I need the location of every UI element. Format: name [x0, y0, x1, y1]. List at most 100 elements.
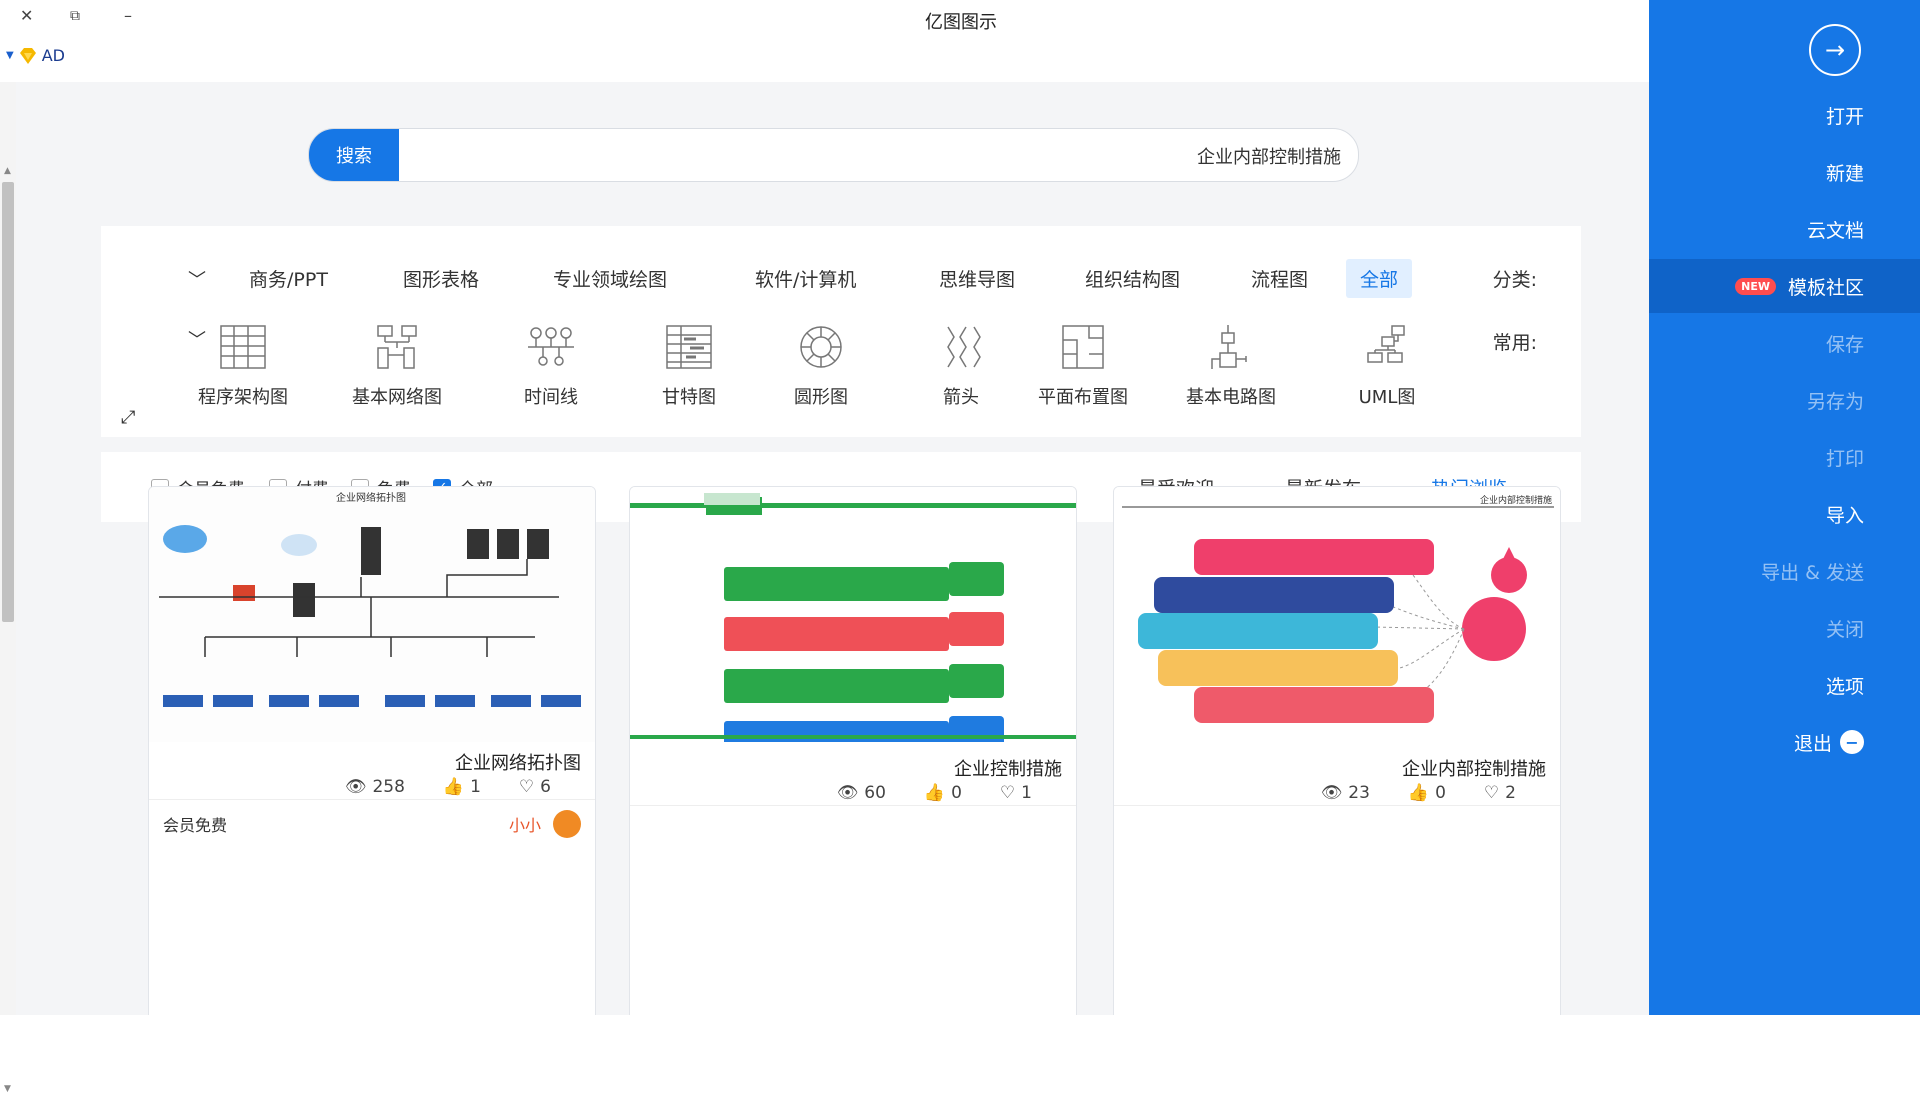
minimize-icon[interactable]: –: [124, 6, 132, 25]
common-item-label: 基本网络图: [352, 387, 442, 408]
sidebar-item-save-as[interactable]: 另存为: [1649, 373, 1920, 427]
sidebar-item-close[interactable]: 关闭: [1649, 601, 1920, 655]
favs-stat[interactable]: ♡ 1: [1000, 783, 1032, 803]
circle-diagram-icon: [800, 326, 842, 368]
sidebar-item-options[interactable]: 选项: [1649, 658, 1920, 712]
search-bar: 搜索: [308, 128, 1359, 182]
common-item-label: 圆形图: [794, 387, 848, 408]
search-button[interactable]: 搜索: [309, 129, 399, 181]
sidebar-item-print[interactable]: 打印: [1649, 430, 1920, 484]
common-item-arrow[interactable]: 箭头: [901, 323, 1021, 409]
sidebar-item-export-send[interactable]: 导出 & 发送: [1649, 544, 1920, 598]
template-card[interactable]: 企业内部控制措施 企业内部控制措施 👁 23 👍 0 ♡ 2: [1113, 486, 1561, 1015]
network-topology-diagram: 企业网络拓扑图: [149, 487, 595, 742]
new-badge: NEW: [1735, 277, 1776, 295]
category-org-chart[interactable]: 组织结构图: [1071, 259, 1194, 298]
author-name[interactable]: 小小: [509, 812, 541, 836]
template-thumbnail[interactable]: [630, 487, 1076, 742]
arrow-shape-icon: [947, 326, 981, 368]
ad-menu[interactable]: ▼ AD: [6, 46, 65, 65]
common-item-circle[interactable]: 圆形图: [761, 323, 881, 409]
likes-count: 0: [1435, 783, 1446, 803]
thumbs-up-icon: 👍: [442, 777, 465, 797]
back-arrow-icon[interactable]: →: [1809, 24, 1861, 76]
card-stats: 👁 60 👍 0 ♡ 1: [837, 783, 1032, 803]
sidebar-item-label: 导入: [1825, 504, 1864, 527]
circuit-icon: [1211, 325, 1247, 369]
likes-stat[interactable]: 👍 1: [443, 777, 481, 797]
common-label: 常用:: [1492, 332, 1537, 354]
favs-stat[interactable]: ♡ 6: [519, 777, 551, 797]
restore-icon[interactable]: ⧉: [70, 8, 80, 24]
likes-stat[interactable]: 👍 0: [1408, 783, 1446, 803]
close-icon[interactable]: ✕: [20, 6, 33, 25]
vip-diamond-icon: [19, 47, 36, 64]
common-item-circuit[interactable]: 基本电路图: [1171, 323, 1291, 409]
category-mind-map[interactable]: 思维导图: [925, 259, 1029, 298]
thumb-title: 企业网络拓扑图: [336, 491, 406, 504]
sidebar-item-label: 保存: [1825, 333, 1864, 356]
sidebar-item-label: 关闭: [1825, 618, 1864, 641]
sidebar-item-import[interactable]: 导入: [1649, 487, 1920, 541]
category-software[interactable]: 软件/计算机: [741, 259, 870, 298]
timeline-icon: [528, 327, 574, 366]
common-item-floor-plan[interactable]: 平面布置图: [1023, 323, 1143, 409]
common-item-timeline[interactable]: 时间线: [491, 323, 611, 409]
sidebar-item-label: 导出 & 发送: [1761, 561, 1864, 584]
template-thumbnail[interactable]: 企业内部控制措施: [1114, 487, 1560, 742]
category-graphic-table[interactable]: 图形表格: [389, 259, 493, 298]
favs-count: 1: [1021, 783, 1032, 803]
sidebar-item-cloud-docs[interactable]: 云文档: [1649, 202, 1920, 256]
main-content: 搜索 分类: 全部 流程图 组织结构图 思维导图 软件/计算机 专业领域绘图 图…: [16, 82, 1649, 1015]
common-item-uml[interactable]: UML图: [1327, 323, 1447, 409]
sidebar-item-open[interactable]: 打开: [1649, 88, 1920, 142]
common-item-network[interactable]: 基本网络图: [337, 323, 457, 409]
template-card[interactable]: 企业网络拓扑图 企业网络拓扑图 👁 258 👍 1 ♡ 6 会员免费 小小: [148, 486, 596, 1015]
views-stat: 👁 258: [345, 777, 405, 797]
sidebar-item-new[interactable]: 新建: [1649, 145, 1920, 199]
category-panel: 分类: 全部 流程图 组织结构图 思维导图 软件/计算机 专业领域绘图 图形表格…: [101, 226, 1581, 437]
chevron-down-icon[interactable]: ﹀: [188, 266, 206, 292]
favs-count: 6: [540, 777, 551, 797]
card-title[interactable]: 企业控制措施: [954, 755, 1062, 781]
category-flowchart[interactable]: 流程图: [1237, 259, 1322, 298]
category-professional[interactable]: 专业领域绘图: [539, 259, 681, 298]
heart-icon: ♡: [518, 777, 535, 797]
control-list-diagram: [630, 487, 1076, 742]
sidebar-item-save[interactable]: 保存: [1649, 316, 1920, 370]
expand-icon[interactable]: ⤢: [121, 407, 135, 428]
thumb-title: 企业内部控制措施: [1480, 494, 1552, 505]
likes-stat[interactable]: 👍 0: [924, 783, 962, 803]
heart-icon: ♡: [1483, 783, 1500, 803]
views-stat: 👁 60: [837, 783, 886, 803]
card-title[interactable]: 企业网络拓扑图: [455, 749, 581, 775]
card-title[interactable]: 企业内部控制措施: [1402, 755, 1546, 781]
category-business-ppt[interactable]: 商务/PPT: [235, 259, 342, 298]
sidebar-item-template-community[interactable]: NEW 模板社区: [1649, 259, 1920, 313]
thumbs-up-icon: 👍: [923, 783, 946, 803]
gantt-chart-icon: [666, 325, 712, 369]
vertical-scrollbar[interactable]: ▲ ▼: [0, 82, 16, 1094]
scroll-thumb[interactable]: [2, 182, 14, 622]
ad-label: AD: [41, 46, 65, 65]
scroll-up-arrow-icon[interactable]: ▲: [4, 166, 11, 176]
common-item-architecture[interactable]: 程序架构图: [183, 323, 303, 409]
common-item-gantt[interactable]: 甘特图: [629, 323, 749, 409]
scroll-down-arrow-icon[interactable]: ▼: [4, 1084, 11, 1094]
window-title: 亿图图示: [925, 12, 997, 33]
eye-icon: 👁: [836, 783, 859, 803]
eye-icon: 👁: [1320, 783, 1343, 803]
floor-plan-icon: [1062, 325, 1104, 369]
category-all[interactable]: 全部: [1346, 259, 1413, 298]
architecture-icon: [220, 325, 266, 369]
template-card[interactable]: 企业控制措施 👁 60 👍 0 ♡ 1: [629, 486, 1077, 1015]
sidebar-item-label: 另存为: [1806, 390, 1864, 413]
card-footer: 会员免费 小小: [149, 799, 595, 840]
search-input[interactable]: [409, 129, 1343, 181]
sidebar-item-exit[interactable]: 退出 −: [1649, 715, 1920, 769]
template-thumbnail[interactable]: 企业网络拓扑图: [149, 487, 595, 742]
likes-count: 1: [470, 777, 481, 797]
author-avatar[interactable]: [553, 810, 581, 838]
favs-stat[interactable]: ♡ 2: [1484, 783, 1516, 803]
heart-icon: ♡: [999, 783, 1016, 803]
